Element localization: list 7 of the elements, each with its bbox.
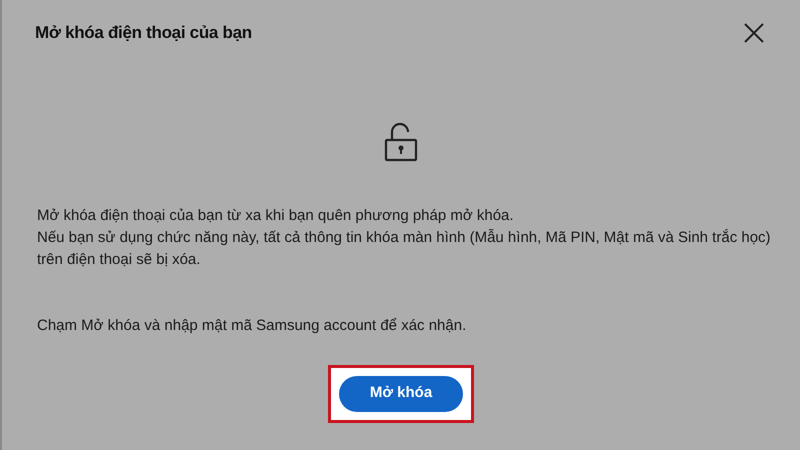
body-text: Chạm Mở khóa và nhập mật mã Samsung account để xác nhận. [37, 316, 468, 336]
unlock-button[interactable]: Mở khóa [339, 376, 463, 412]
close-button[interactable] [742, 20, 766, 45]
unlock-icon [383, 122, 419, 162]
body-text: Nếu bạn sử dụng chức năng này, tất cả thông tin khóa màn hình (Mẫu hình, Mã PIN, Mật mã và Sinh trắc học) trên điện thoại sẽ bị xóa. [37, 228, 772, 270]
body-text: Mở khóa điện thoại của bạn từ xa khi bạn quên phương pháp mở khóa. [37, 206, 515, 226]
dialog-title: Mở khóa điện thoại của bạn [35, 22, 252, 44]
